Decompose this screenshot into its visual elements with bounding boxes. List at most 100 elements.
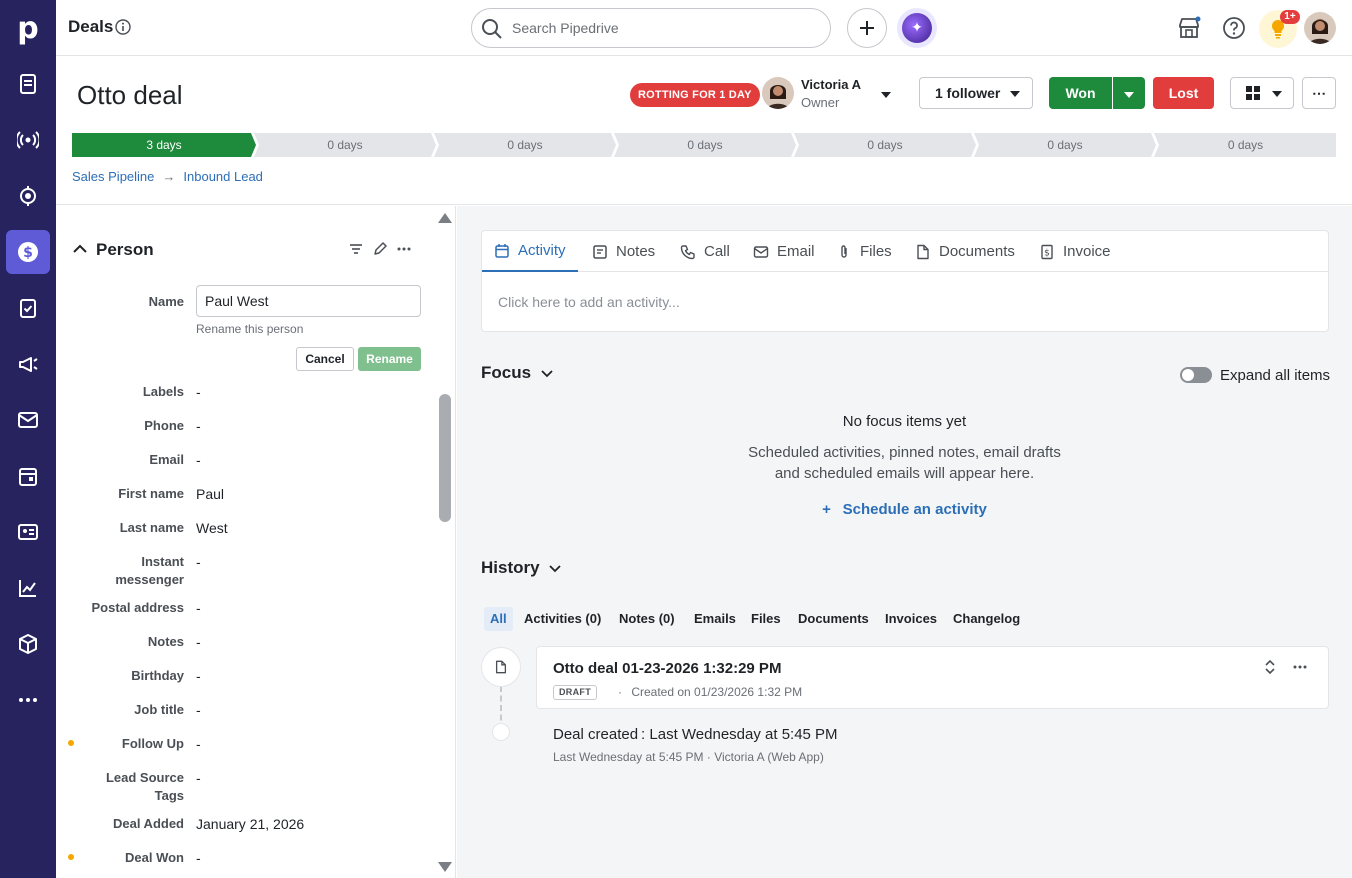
field-value[interactable]: - [196, 383, 201, 401]
field-value[interactable]: West [196, 519, 228, 537]
view-switch-button[interactable] [1230, 77, 1294, 109]
card-title[interactable]: Otto deal 01-23-2026 1:32:29 PM [553, 660, 781, 677]
help-icon[interactable] [1222, 16, 1246, 40]
tab-activity[interactable]: Activity [482, 231, 578, 272]
more-horizontal-icon[interactable] [1292, 659, 1308, 675]
field-value[interactable]: - [196, 769, 201, 787]
products-icon[interactable] [6, 622, 50, 666]
history-filter-notes[interactable]: Notes (0) [613, 607, 681, 631]
tasks-icon[interactable] [6, 286, 50, 330]
search-box[interactable] [471, 8, 831, 48]
name-label: Name [148, 294, 184, 309]
scroll-up-arrow[interactable] [438, 213, 452, 223]
field-value[interactable]: - [196, 599, 201, 617]
chevron-up-icon[interactable] [72, 241, 88, 257]
tab-call[interactable]: Call [680, 231, 730, 272]
document-icon [917, 244, 929, 259]
deal-created-meta: Last Wednesday at 5:45 PM · Victoria A (… [553, 750, 824, 764]
person-name-input[interactable] [196, 285, 421, 317]
field-value[interactable]: - [196, 451, 201, 469]
tab-invoice[interactable]: $ Invoice [1039, 231, 1111, 272]
card-meta: · Created on 01/23/2026 1:32 PM [618, 685, 803, 699]
campaigns-icon[interactable] [6, 342, 50, 386]
rename-button[interactable]: Rename [358, 347, 421, 371]
pipedrive-logo[interactable]: p [0, 0, 56, 56]
field-value[interactable]: - [196, 735, 201, 753]
history-filter-files[interactable]: Files [745, 607, 787, 631]
broadcast-icon[interactable] [6, 118, 50, 162]
field-label: Labels [142, 384, 184, 399]
tab-email[interactable]: Email [753, 231, 815, 272]
history-filter-all[interactable]: All [484, 607, 513, 631]
more-actions-button[interactable]: ⋯ [1302, 77, 1336, 109]
notification-badge: 1+ [1280, 10, 1300, 24]
history-filter-emails[interactable]: Emails [688, 607, 742, 631]
field-value[interactable]: - [196, 417, 201, 435]
history-card[interactable]: Otto deal 01-23-2026 1:32:29 PM DRAFT · … [536, 646, 1329, 709]
history-filter-documents[interactable]: Documents [792, 607, 875, 631]
expand-all-toggle[interactable] [1180, 367, 1212, 383]
history-title[interactable]: History [481, 558, 562, 578]
field-value[interactable]: Paul [196, 485, 224, 503]
history-filter-changelog[interactable]: Changelog [947, 607, 1026, 631]
stage-label: 0 days [1047, 138, 1083, 152]
calendar-icon[interactable] [6, 454, 50, 498]
field-value[interactable]: January 21, 2026 [196, 815, 304, 833]
marketplace-icon[interactable] [1177, 16, 1201, 40]
search-input[interactable] [512, 18, 812, 38]
stage-link[interactable]: Inbound Lead [183, 169, 263, 184]
target-icon[interactable] [6, 174, 50, 218]
svg-text:$: $ [1044, 248, 1050, 258]
breadcrumb: Sales Pipeline → Inbound Lead [72, 169, 263, 184]
field-value[interactable]: - [196, 701, 201, 719]
lost-button[interactable]: Lost [1153, 77, 1214, 109]
tab-label: Files [860, 243, 892, 260]
filter-icon[interactable] [348, 241, 364, 257]
deal-title[interactable]: Otto deal [77, 80, 183, 111]
scroll-down-arrow[interactable] [438, 862, 452, 872]
history-filter-activities[interactable]: Activities (0) [518, 607, 607, 631]
schedule-activity-link[interactable]: + Schedule an activity [457, 501, 1352, 518]
user-avatar[interactable] [1304, 12, 1336, 44]
contacts-icon[interactable] [6, 510, 50, 554]
tab-notes[interactable]: Notes [592, 231, 655, 272]
pipeline-link[interactable]: Sales Pipeline [72, 169, 154, 184]
field-label: Job title [134, 702, 184, 717]
main-content: Activity Notes Call Email Files Document… [457, 206, 1352, 878]
person-section-title[interactable]: Person [96, 240, 154, 260]
chevron-down-icon [1124, 91, 1134, 98]
won-button[interactable]: Won [1049, 77, 1112, 109]
field-label: Notes [147, 634, 184, 649]
info-icon[interactable] [115, 19, 131, 35]
history-filter-invoices[interactable]: Invoices [879, 607, 943, 631]
followers-button[interactable]: 1 follower [919, 77, 1033, 109]
add-activity-input[interactable]: Click here to add an activity... [498, 294, 680, 310]
field-value[interactable]: - [196, 667, 201, 685]
field-value[interactable]: - [196, 553, 201, 571]
phone-icon [680, 244, 695, 259]
mail-icon[interactable] [6, 398, 50, 442]
focus-title[interactable]: Focus [481, 363, 554, 383]
field-value[interactable]: - [196, 849, 201, 867]
tab-documents[interactable]: Documents [915, 231, 1015, 272]
more-horizontal-icon[interactable] [396, 241, 412, 257]
insights-icon[interactable] [6, 566, 50, 610]
owner-name[interactable]: Victoria A [801, 77, 861, 92]
more-icon[interactable] [6, 678, 50, 722]
leads-icon[interactable] [6, 62, 50, 106]
deals-dollar-icon[interactable]: $ [6, 230, 50, 274]
chevron-down-icon [1010, 91, 1020, 97]
expand-collapse-icon[interactable] [1262, 659, 1278, 675]
stage-label: 0 days [1227, 138, 1264, 152]
cancel-button[interactable]: Cancel [296, 347, 354, 371]
tab-files[interactable]: Files [836, 231, 892, 272]
scrollbar-thumb[interactable] [439, 394, 451, 522]
quick-add-button[interactable] [847, 8, 887, 48]
tab-label: Activity [518, 242, 566, 259]
paperclip-icon [841, 244, 847, 258]
won-options-button[interactable] [1113, 77, 1145, 109]
pencil-icon[interactable] [372, 241, 388, 257]
field-value[interactable]: - [196, 633, 201, 651]
owner-dropdown-icon[interactable] [881, 92, 891, 98]
ai-assistant-button[interactable]: ✦ [897, 8, 937, 48]
